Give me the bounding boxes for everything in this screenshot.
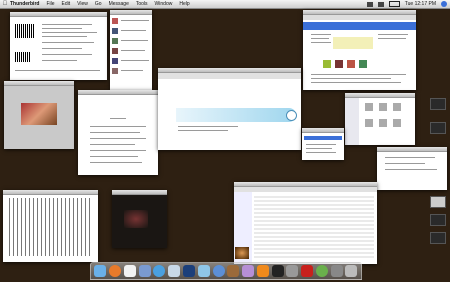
menu-file[interactable]: File xyxy=(46,0,54,8)
window-web-page[interactable] xyxy=(303,10,416,90)
file-icon[interactable] xyxy=(393,103,401,111)
file-icon[interactable] xyxy=(365,119,373,127)
desktop-icon[interactable] xyxy=(430,214,446,226)
ichat-icon[interactable] xyxy=(315,265,328,277)
photoshop-icon[interactable] xyxy=(182,265,195,277)
avatar xyxy=(112,48,118,54)
avatar xyxy=(112,58,118,64)
avatar xyxy=(112,18,118,24)
window-web-app[interactable] xyxy=(158,68,301,150)
battery-icon[interactable] xyxy=(388,1,400,7)
game-thumbnail[interactable] xyxy=(235,247,249,259)
window-file-browser[interactable] xyxy=(345,93,415,145)
logo-icon xyxy=(286,110,297,121)
desktop-icon[interactable] xyxy=(430,122,446,134)
window-titlebar[interactable] xyxy=(377,147,447,152)
status-icon[interactable] xyxy=(366,1,373,7)
menu-window[interactable]: Window xyxy=(155,0,173,8)
menu-message[interactable]: Message xyxy=(109,0,129,8)
file-icon[interactable] xyxy=(379,119,387,127)
page-header xyxy=(303,22,416,30)
mail-icon[interactable] xyxy=(138,265,151,277)
window-titlebar[interactable] xyxy=(302,128,344,133)
window-dialog[interactable] xyxy=(302,128,344,160)
menu-tools[interactable]: Tools xyxy=(136,0,148,8)
barcode-block xyxy=(15,24,35,38)
trash-icon[interactable] xyxy=(345,265,358,277)
window-chat-list[interactable] xyxy=(110,10,152,90)
browser-toolbar xyxy=(303,15,416,20)
menu-view[interactable]: View xyxy=(77,0,88,8)
clock[interactable]: Tue 12:17 PM xyxy=(405,0,436,8)
window-titlebar[interactable] xyxy=(112,190,167,195)
spotlight-icon[interactable] xyxy=(441,1,447,7)
window-browser-small[interactable] xyxy=(377,147,447,190)
window-barcode-document[interactable] xyxy=(10,12,107,80)
window-titlebar[interactable] xyxy=(4,81,74,86)
thumbnail xyxy=(335,60,343,68)
avatar xyxy=(112,28,118,34)
table-rows xyxy=(254,194,374,260)
toolbar xyxy=(234,187,377,192)
desktop-icon[interactable] xyxy=(430,98,446,110)
calculator-icon[interactable] xyxy=(286,265,299,277)
window-titlebar[interactable] xyxy=(3,190,98,195)
window-image-viewer[interactable] xyxy=(4,81,74,149)
system-prefs-icon[interactable] xyxy=(330,265,343,277)
vlc-icon[interactable] xyxy=(256,265,269,277)
window-text-document[interactable] xyxy=(78,90,158,175)
menu-app-name[interactable]: Thunderbird xyxy=(10,0,39,8)
window-titlebar[interactable] xyxy=(10,12,107,17)
file-icon[interactable] xyxy=(379,103,387,111)
window-titlebar[interactable] xyxy=(110,10,152,15)
highlight-box xyxy=(333,37,373,49)
text-columns xyxy=(9,198,93,256)
itunes-icon[interactable] xyxy=(168,265,181,277)
window-titlebar[interactable] xyxy=(78,90,158,95)
dialog-header xyxy=(304,136,342,140)
address-book-icon[interactable] xyxy=(227,265,240,277)
menubar-status-area: Tue 12:17 PM xyxy=(366,0,450,8)
safari-icon[interactable] xyxy=(153,265,166,277)
photo xyxy=(21,103,57,125)
file-icon[interactable] xyxy=(365,103,373,111)
banner xyxy=(176,108,296,122)
itunes-note-icon[interactable] xyxy=(212,265,225,277)
desktop-icon[interactable] xyxy=(430,196,446,208)
browser-toolbar xyxy=(158,73,301,79)
thumbnail xyxy=(323,60,331,68)
terminal-icon[interactable] xyxy=(271,265,284,277)
iphoto-icon[interactable] xyxy=(197,265,210,277)
status-icon[interactable] xyxy=(377,1,384,7)
thumbnail xyxy=(359,60,367,68)
preview-icon[interactable] xyxy=(242,265,255,277)
menu-help[interactable]: Help xyxy=(179,0,189,8)
avatar xyxy=(112,38,118,44)
apple-icon[interactable]:  xyxy=(0,0,10,8)
avatar xyxy=(112,68,118,74)
window-rotated-document[interactable] xyxy=(3,190,98,262)
file-icon[interactable] xyxy=(393,119,401,127)
video-frame xyxy=(124,210,148,228)
sidebar xyxy=(345,98,359,145)
firefox-icon[interactable] xyxy=(109,265,122,277)
barcode-block xyxy=(15,52,31,62)
thumbnail xyxy=(347,60,355,68)
menu-edit[interactable]: Edit xyxy=(62,0,71,8)
menu-bar:  Thunderbird File Edit View Go Message … xyxy=(0,0,450,9)
acrobat-icon[interactable] xyxy=(301,265,314,277)
menu-go[interactable]: Go xyxy=(95,0,102,8)
dock xyxy=(90,262,362,280)
ical-icon[interactable] xyxy=(123,265,136,277)
window-video-player[interactable] xyxy=(112,190,167,248)
desktop-icon[interactable] xyxy=(430,232,446,244)
window-file-list[interactable] xyxy=(234,182,377,264)
finder-icon[interactable] xyxy=(94,265,107,277)
